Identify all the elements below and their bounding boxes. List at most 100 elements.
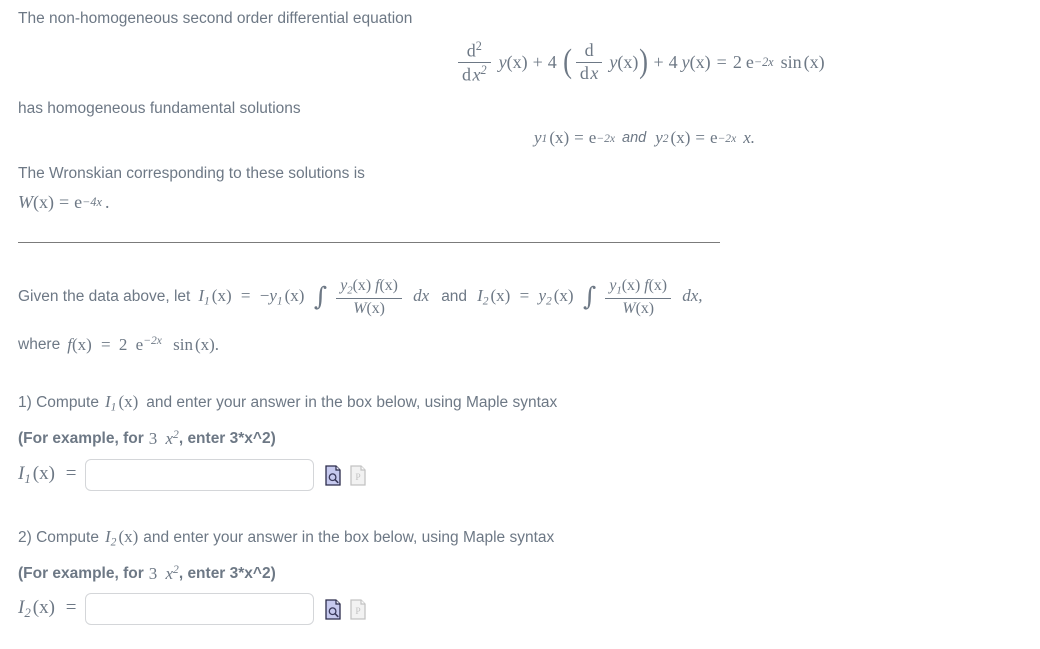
question-1-example-variable: x xyxy=(165,429,174,448)
I1-subscript: 1 xyxy=(204,294,210,308)
I1-y1-argument: (x) xyxy=(284,285,305,305)
wronskian-argument: (x) xyxy=(33,192,54,212)
question-2-example-expression: 3 x2 xyxy=(149,563,179,584)
f-period: . xyxy=(214,335,220,354)
wronskian-exponential-base: e xyxy=(74,192,83,212)
question-2-example-coefficient: 3 xyxy=(148,564,158,583)
d-numerator: d xyxy=(466,40,476,61)
y-function-3: y xyxy=(681,51,690,72)
question-1-answer-row: I1 (x) = P xyxy=(18,459,367,491)
fundamental-solutions-equation: y 1 (x) = e −2x and y 2 (x) = e −2x x. xyxy=(534,128,755,148)
intro-line-1: The non-homogeneous second order differe… xyxy=(18,9,412,28)
question-1-palette-icon[interactable]: P xyxy=(350,464,367,486)
svg-text:P: P xyxy=(356,473,361,483)
y1-symbol: y xyxy=(534,128,542,147)
question-1-example-coefficient: 3 xyxy=(148,429,158,448)
wronskian-symbol: W xyxy=(18,192,33,212)
question-1-prompt-prefix: 1) Compute xyxy=(18,394,99,412)
plus-operator-1: + xyxy=(532,51,543,72)
question-2-prompt: 2) Compute I2 (x) and enter your answer i… xyxy=(18,527,554,549)
d-denominator: d xyxy=(462,64,471,85)
d-numerator-2: d xyxy=(584,40,594,61)
question-2-I-argument: (x) xyxy=(118,527,139,546)
forcing-function-equation: f(x) = 2 e−2x sin (x). xyxy=(67,334,219,355)
I2-num-f-arg: (x) xyxy=(648,277,668,294)
question-2-prompt-prefix: 2) Compute xyxy=(18,529,99,547)
y2-exponential-base: e xyxy=(709,128,718,147)
y1-subscript: 1 xyxy=(541,131,548,145)
integral-sign-2: ∫ xyxy=(582,282,597,313)
main-differential-equation: d2 d x2 y (x) + 4 ( d d x y (x) ) + 4 y (x)… xyxy=(455,39,825,85)
y2-symbol: y xyxy=(655,128,663,147)
question-1-prompt: 1) Compute I1 (x) and enter your answer i… xyxy=(18,392,557,414)
question-1-preview-icon[interactable] xyxy=(325,464,342,486)
I2-den-W: W xyxy=(622,300,636,318)
x-denominator-exponent: 2 xyxy=(480,62,487,77)
question-1-I-argument: (x) xyxy=(118,392,139,411)
question-1-label-argument: (x) xyxy=(32,462,55,484)
question-1-label-subscript: 1 xyxy=(24,471,31,487)
y-arg-1: (x) xyxy=(506,51,528,72)
question-1-example-suffix: , enter 3*x^2) xyxy=(178,429,276,447)
solutions-conjunction: and xyxy=(622,129,647,146)
x-denominator-2: x xyxy=(590,62,599,83)
question-2-symbol: I2 (x) xyxy=(105,527,138,549)
wronskian-equation: W (x) = e −4x . xyxy=(18,192,109,213)
question-1-answer-input[interactable] xyxy=(85,459,315,491)
question-2-label-equals: = xyxy=(65,596,77,618)
I1-minus-sign: − xyxy=(259,285,270,305)
intro-line-1-text: The non-homogeneous second order differe… xyxy=(18,10,413,27)
f-exponent: −2x xyxy=(143,334,162,347)
given-lead-text: Given the data above, let xyxy=(18,288,191,306)
question-2-example-suffix: , enter 3*x^2) xyxy=(178,564,276,582)
f-coefficient: 2 xyxy=(118,335,128,354)
I2-definition: I2 (x) = y2 (x) ∫ y1(x) f(x) W(x) dx, xyxy=(477,277,703,317)
question-1-label-equals: = xyxy=(65,462,77,484)
integrals-conjunction: and xyxy=(441,288,468,306)
question-1-prompt-suffix: and enter your answer in the box below, … xyxy=(146,394,558,412)
coefficient-4-second: 4 xyxy=(668,51,678,72)
question-2-answer-label: I2 (x) = xyxy=(18,597,76,621)
question-2-example-variable: x xyxy=(165,564,174,583)
I1-den-W: W xyxy=(353,300,367,318)
equals-sign-main: = xyxy=(716,51,727,72)
wronskian-exponent: −4x xyxy=(82,195,102,209)
y2-argument: (x) xyxy=(670,128,691,147)
I2-argument: (x) xyxy=(490,285,511,305)
question-2-I-subscript: 2 xyxy=(110,535,117,549)
I1-integrand-fraction: y2(x) f(x) W(x) xyxy=(336,277,402,317)
question-1-symbol: I1 (x) xyxy=(105,392,138,414)
I1-den-arg: (x) xyxy=(366,300,385,318)
I2-subscript: 2 xyxy=(482,294,489,308)
f-equals: = xyxy=(101,335,111,354)
integral-sign-1: ∫ xyxy=(313,282,328,313)
question-2-label-subscript: 2 xyxy=(24,605,31,621)
d-denominator-2: d xyxy=(579,62,589,83)
I2-differential: dx, xyxy=(682,285,703,305)
I2-integrand-fraction: y1(x) f(x) W(x) xyxy=(605,277,672,318)
question-2-prompt-suffix: and enter your answer in the box below, … xyxy=(143,529,555,547)
I2-num-y1-arg: (x) xyxy=(621,277,641,294)
y2-equals: = xyxy=(695,128,705,147)
rhs-sine: sin xyxy=(780,51,802,72)
y1-exponential-base: e xyxy=(588,128,597,147)
I2-y2-subscript: 2 xyxy=(545,294,552,308)
question-1-example-expression: 3 x2 xyxy=(149,428,179,449)
y-arg-2: (x) xyxy=(617,51,639,72)
svg-text:P: P xyxy=(356,607,361,617)
question-2-palette-icon[interactable]: P xyxy=(350,598,367,620)
question-2-answer-input[interactable] xyxy=(85,593,315,625)
y-function-1: y xyxy=(498,51,507,72)
y2-exponent: −2x xyxy=(717,131,737,145)
question-1-I-subscript: 1 xyxy=(110,400,117,414)
left-paren-big: ( xyxy=(562,43,572,81)
intro-line-3: The Wronskian corresponding to these sol… xyxy=(18,164,365,183)
y-function-2: y xyxy=(609,51,618,72)
d-numerator-exponent: 2 xyxy=(475,39,482,53)
where-lead-text: where xyxy=(18,335,61,353)
I2-y2-symbol: y xyxy=(538,285,546,305)
rhs-sine-arg: (x) xyxy=(803,51,825,72)
I1-argument: (x) xyxy=(211,285,232,305)
right-paren-big: ) xyxy=(639,43,649,81)
question-2-preview-icon[interactable] xyxy=(325,598,342,620)
